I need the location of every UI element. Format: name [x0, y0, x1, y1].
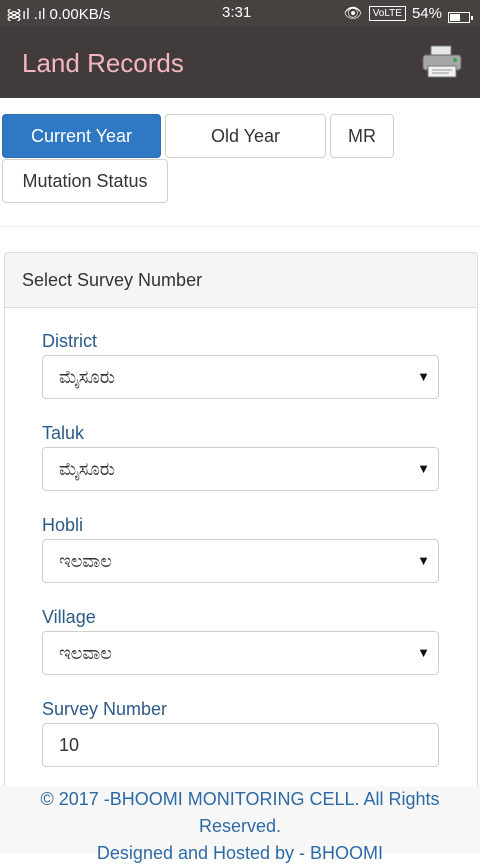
- battery-icon: [448, 11, 473, 23]
- dropdown-arrow-icon: ▼: [417, 553, 430, 568]
- eye-icon: 👁: [343, 5, 363, 22]
- footer-reserved: Reserved.: [198, 816, 282, 836]
- volte-badge: VoLTE: [368, 5, 406, 21]
- dropdown-arrow-icon: ▼: [417, 645, 430, 660]
- status-bar: ᯼ıl .ıl 0.00KB/s 3:31 👁 VoLTE 54%: [0, 0, 480, 26]
- district-label: District: [42, 331, 97, 351]
- village-select[interactable]: ಇಲವಾಲ ▼: [42, 631, 439, 675]
- hobli-select[interactable]: ಇಲವಾಲ ▼: [42, 539, 439, 583]
- network-speed: ᯼ıl .ıl 0.00KB/s: [6, 6, 111, 23]
- survey-number-value: 10: [59, 734, 80, 755]
- survey-number-input[interactable]: 10: [42, 723, 439, 767]
- hobli-label: Hobli: [42, 515, 84, 535]
- village-label: Village: [42, 607, 96, 627]
- district-value: ಮೈಸೂರು: [59, 366, 115, 387]
- battery-percent: 54%: [411, 4, 442, 22]
- taluk-label: Taluk: [42, 423, 85, 443]
- tab-old-year[interactable]: Old Year: [165, 114, 326, 158]
- footer-copyright: © 2017 -BHOOMI MONITORING CELL. All Righ…: [40, 789, 440, 809]
- survey-panel: Select Survey Number District ಮೈಸೂರು ▼ T…: [4, 252, 478, 812]
- taluk-select[interactable]: ಮೈಸೂರು ▼: [42, 447, 439, 491]
- panel-heading: Select Survey Number: [5, 253, 477, 308]
- divider: [0, 226, 480, 227]
- village-value: ಇಲವಾಲ: [59, 642, 112, 663]
- tab-mutation-status[interactable]: Mutation Status: [2, 159, 168, 203]
- hobli-value: ಇಲವಾಲ: [59, 550, 112, 571]
- dropdown-arrow-icon: ▼: [417, 461, 430, 476]
- clock: 3:31: [222, 4, 252, 21]
- status-icons: 👁 VoLTE 54%: [343, 4, 473, 23]
- tab-mr[interactable]: MR: [330, 114, 394, 158]
- taluk-value: ಮೈಸೂರು: [59, 458, 115, 479]
- app-bar: Land Records: [0, 26, 480, 98]
- dropdown-arrow-icon: ▼: [417, 369, 430, 384]
- record-tabs: Current Year Old Year MR Mutation Status: [0, 98, 480, 228]
- footer: © 2017 -BHOOMI MONITORING CELL. All Righ…: [0, 786, 480, 863]
- district-select[interactable]: ಮೈಸೂರು ▼: [42, 355, 439, 399]
- app-title: Land Records: [22, 48, 184, 78]
- survey-number-label: Survey Number: [42, 699, 168, 719]
- tab-current-year[interactable]: Current Year: [2, 114, 161, 158]
- printer-icon[interactable]: [420, 44, 464, 80]
